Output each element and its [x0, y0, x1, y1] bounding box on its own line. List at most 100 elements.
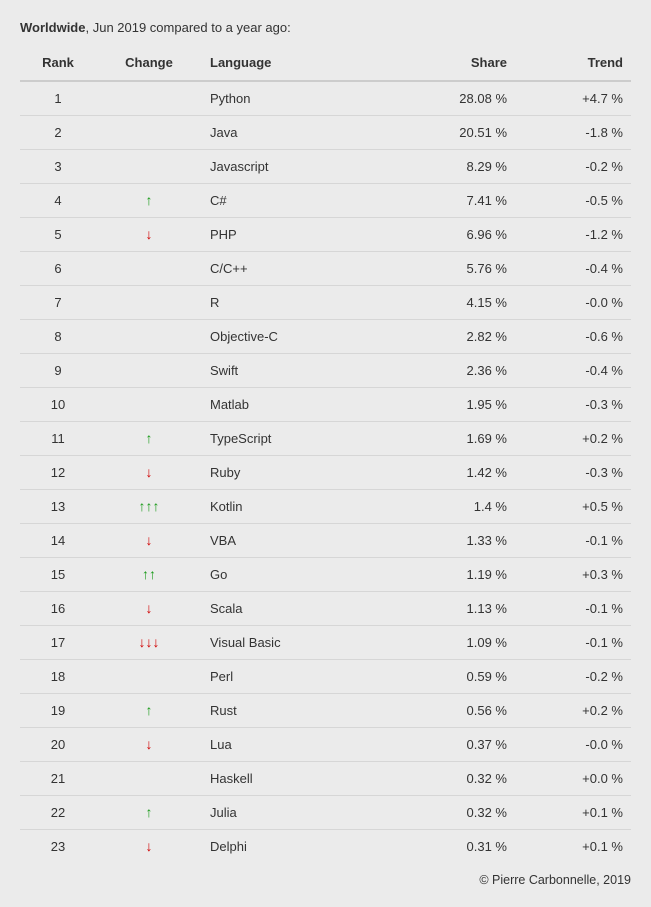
language-cell: Swift: [202, 354, 389, 388]
change-cell: [96, 354, 202, 388]
share-cell: 2.36 %: [389, 354, 515, 388]
language-cell: PHP: [202, 218, 389, 252]
arrow-down-icon: ↓: [146, 635, 153, 649]
change-cell: [96, 252, 202, 286]
table-row: 18Perl0.59 %-0.2 %: [20, 660, 631, 694]
arrow-up-icon: ↑: [142, 567, 149, 581]
share-cell: 0.59 %: [389, 660, 515, 694]
change-cell: [96, 388, 202, 422]
trend-cell: -0.3 %: [515, 388, 631, 422]
change-cell: [96, 660, 202, 694]
table-row: 3Javascript8.29 %-0.2 %: [20, 150, 631, 184]
language-cell: Kotlin: [202, 490, 389, 524]
table-row: 1Python28.08 %+4.7 %: [20, 81, 631, 116]
share-cell: 2.82 %: [389, 320, 515, 354]
change-cell: [96, 762, 202, 796]
arrow-up-icon: ↑: [146, 431, 153, 445]
language-cell: Lua: [202, 728, 389, 762]
language-cell: Java: [202, 116, 389, 150]
arrow-up-icon: ↑: [139, 499, 146, 513]
trend-cell: -0.1 %: [515, 626, 631, 660]
change-cell: ↓: [96, 524, 202, 558]
arrow-up-icon: ↑: [146, 805, 153, 819]
rank-cell: 4: [20, 184, 96, 218]
scope-label: Worldwide: [20, 20, 85, 35]
trend-cell: +0.2 %: [515, 694, 631, 728]
change-cell: [96, 320, 202, 354]
trend-cell: +0.0 %: [515, 762, 631, 796]
rank-cell: 2: [20, 116, 96, 150]
rank-cell: 10: [20, 388, 96, 422]
credit-line: © Pierre Carbonnelle, 2019: [20, 873, 631, 887]
trend-cell: -0.5 %: [515, 184, 631, 218]
share-cell: 0.32 %: [389, 796, 515, 830]
rank-cell: 15: [20, 558, 96, 592]
arrow-down-icon: ↓: [146, 465, 153, 479]
share-cell: 1.42 %: [389, 456, 515, 490]
table-row: 23↓Delphi0.31 %+0.1 %: [20, 830, 631, 864]
language-cell: Perl: [202, 660, 389, 694]
change-cell: [96, 116, 202, 150]
change-cell: [96, 286, 202, 320]
language-cell: Go: [202, 558, 389, 592]
share-cell: 1.19 %: [389, 558, 515, 592]
col-share: Share: [389, 45, 515, 81]
language-cell: Julia: [202, 796, 389, 830]
trend-cell: +0.3 %: [515, 558, 631, 592]
table-row: 5↓PHP6.96 %-1.2 %: [20, 218, 631, 252]
trend-cell: -0.1 %: [515, 524, 631, 558]
language-cell: C#: [202, 184, 389, 218]
rank-cell: 6: [20, 252, 96, 286]
trend-cell: -0.4 %: [515, 252, 631, 286]
rank-cell: 12: [20, 456, 96, 490]
arrow-down-icon: ↓: [146, 533, 153, 547]
rank-cell: 1: [20, 81, 96, 116]
trend-cell: -0.0 %: [515, 286, 631, 320]
rank-cell: 14: [20, 524, 96, 558]
table-row: 15↑↑Go1.19 %+0.3 %: [20, 558, 631, 592]
language-cell: Objective-C: [202, 320, 389, 354]
share-cell: 20.51 %: [389, 116, 515, 150]
table-row: 22↑Julia0.32 %+0.1 %: [20, 796, 631, 830]
rank-cell: 19: [20, 694, 96, 728]
share-cell: 1.09 %: [389, 626, 515, 660]
table-row: 9Swift2.36 %-0.4 %: [20, 354, 631, 388]
share-cell: 4.15 %: [389, 286, 515, 320]
language-cell: Python: [202, 81, 389, 116]
table-row: 16↓Scala1.13 %-0.1 %: [20, 592, 631, 626]
arrow-down-icon: ↓: [139, 635, 146, 649]
trend-cell: -0.2 %: [515, 150, 631, 184]
trend-cell: -1.8 %: [515, 116, 631, 150]
trend-cell: -0.3 %: [515, 456, 631, 490]
rank-cell: 11: [20, 422, 96, 456]
trend-cell: +0.5 %: [515, 490, 631, 524]
rank-cell: 5: [20, 218, 96, 252]
change-cell: ↓: [96, 456, 202, 490]
change-cell: ↓↓↓: [96, 626, 202, 660]
table-row: 17↓↓↓Visual Basic1.09 %-0.1 %: [20, 626, 631, 660]
change-cell: [96, 150, 202, 184]
trend-cell: -0.4 %: [515, 354, 631, 388]
share-cell: 0.37 %: [389, 728, 515, 762]
share-cell: 6.96 %: [389, 218, 515, 252]
language-cell: Haskell: [202, 762, 389, 796]
table-row: 2 Java20.51 %-1.8 %: [20, 116, 631, 150]
change-cell: ↓: [96, 592, 202, 626]
change-cell: [96, 81, 202, 116]
language-cell: Scala: [202, 592, 389, 626]
rank-cell: 23: [20, 830, 96, 864]
share-cell: 8.29 %: [389, 150, 515, 184]
rank-cell: 17: [20, 626, 96, 660]
table-row: 4↑C#7.41 %-0.5 %: [20, 184, 631, 218]
language-ranking-table: Rank Change Language Share Trend 1Python…: [20, 45, 631, 863]
rank-cell: 22: [20, 796, 96, 830]
trend-cell: -1.2 %: [515, 218, 631, 252]
rank-cell: 8: [20, 320, 96, 354]
table-header: Worldwide, Jun 2019 compared to a year a…: [20, 20, 631, 35]
share-cell: 0.56 %: [389, 694, 515, 728]
change-cell: ↓: [96, 218, 202, 252]
change-cell: ↓: [96, 728, 202, 762]
header-rest: , Jun 2019 compared to a year ago:: [85, 20, 290, 35]
col-change: Change: [96, 45, 202, 81]
arrow-down-icon: ↓: [146, 601, 153, 615]
